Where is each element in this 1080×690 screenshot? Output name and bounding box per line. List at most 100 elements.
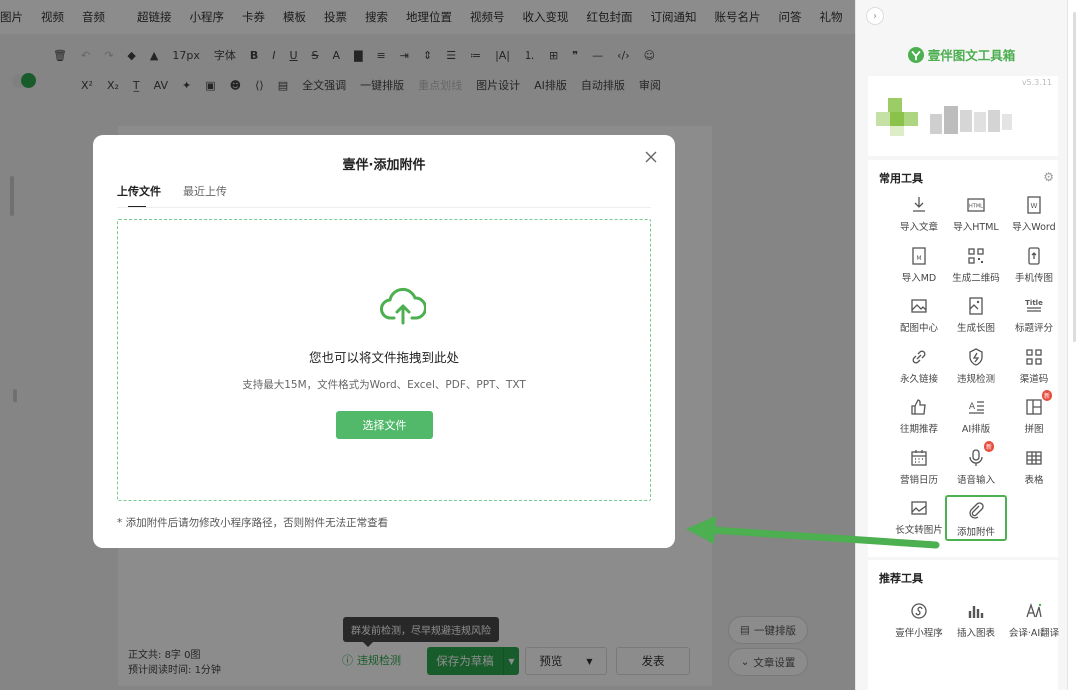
tool-label: 手机传图 [1014,272,1053,284]
new-badge: 新 [1041,390,1052,401]
tool-label: 生成二维码 [952,272,1000,284]
tool-label: 标题评分 [1014,323,1053,334]
tool-link[interactable]: 永久链接 [888,344,950,390]
image-center-icon [909,296,929,316]
tool-phone-upload[interactable]: 手机传图 [1003,243,1065,289]
calendar-icon [909,448,929,468]
tool-label: 生成长图 [956,323,995,334]
tool-translate[interactable]: 会译·AI翻译 [1003,598,1065,644]
tool-collage[interactable]: 新拼图 [1003,390,1065,440]
tool-chart[interactable]: 插入图表 [945,598,1007,644]
recommend-tools-section: 推荐工具 壹伴小程序 插入图表 会译·AI翻译 [868,560,1059,690]
tool-label: 违规检测 [956,373,995,385]
brand-title: 壹伴图文工具箱 [856,45,1067,64]
tab-upload-file[interactable]: 上传文件 [117,183,161,208]
tool-html[interactable]: HTML 导入HTML [945,192,1007,238]
long-image-icon [966,296,986,316]
dialog-title: 壹伴·添加附件 [342,158,426,173]
collage-icon: 新 [1024,390,1052,417]
svg-text:W: W [1031,202,1038,210]
translate-icon [1024,601,1044,621]
chart-icon [966,601,986,621]
tool-label: 添加附件 [956,527,995,538]
svg-text:M: M [916,255,921,262]
tool-label: 语音输入 [956,474,995,486]
markdown-icon: M [909,246,929,266]
account-card[interactable]: v5.3.11 [868,76,1058,156]
svg-text:HTML: HTML [969,204,983,210]
tool-word[interactable]: W 导入Word [1003,192,1065,238]
recommend-tools-title: 推荐工具 [879,572,923,585]
common-tools-section: 常用工具 ⚙ 导入文章 HTML 导入HTML W 导入Word M 导入MD 生成二维码 手机… [868,160,1058,557]
tool-label: 导入MD [901,272,937,284]
panel-collapse-button[interactable]: › [866,7,884,25]
channel-code-icon [1024,347,1044,367]
table-icon [1024,448,1044,468]
svg-text:A: A [969,402,976,412]
dropzone-title: 您也可以将文件拖拽到此处 [308,350,459,365]
import-article-icon [909,195,929,215]
tool-label: 配图中心 [899,323,938,334]
new-badge: 新 [983,440,994,452]
qrcode-icon [966,246,986,266]
tool-shield[interactable]: 违规检测 [945,344,1007,390]
tool-microphone[interactable]: 新语音输入 [945,440,1007,491]
tool-label: 往期推荐 [899,424,938,435]
paperclip-icon [966,500,986,520]
choose-file-button[interactable]: 选择文件 [336,411,433,439]
gear-icon[interactable]: ⚙ [1043,170,1054,184]
attachment-note: * 添加附件后请勿修改小程序路径，否则附件无法正常查看 [117,517,389,529]
tab-divider [117,207,651,208]
tool-markdown[interactable]: M 导入MD [888,243,950,289]
tool-image-center[interactable]: 配图中心 [888,293,950,339]
file-dropzone[interactable]: 您也可以将文件拖拽到此处 支持最大15M，文件格式为Word、Excel、PDF… [117,219,651,501]
tool-label: AI排版 [961,424,991,435]
tool-qrcode[interactable]: 生成二维码 [945,243,1007,289]
miniprogram-icon [909,601,929,621]
tool-label: 渠道码 [1019,373,1049,385]
tool-label: 拼图 [1024,424,1044,435]
tool-ai-layout[interactable]: A AI排版 [945,394,1007,440]
tool-label: 插入图表 [956,628,995,639]
text-to-image-icon [909,498,929,518]
tool-import-article[interactable]: 导入文章 [888,192,950,238]
word-icon: W [1024,195,1044,215]
common-tools-title: 常用工具 [879,172,923,185]
dialog-tabs: 上传文件 最近上传 [117,183,227,208]
tool-thumbs-up[interactable]: 往期推荐 [888,394,950,440]
close-icon[interactable] [643,149,659,165]
tool-paperclip[interactable]: 添加附件 [945,495,1007,541]
yiban-logo-icon [907,46,924,63]
link-icon [909,347,929,367]
window-edge [1067,0,1080,690]
tool-title-score[interactable]: Title 标题评分 [1003,293,1065,339]
tool-label: 永久链接 [899,373,938,385]
dropzone-hint: 支持最大15M，文件格式为Word、Excel、PDF、PPT、TXT [242,379,526,391]
tool-miniprogram[interactable]: 壹伴小程序 [888,598,950,644]
tool-label: 营销日历 [899,474,938,486]
shield-icon [966,347,986,367]
cloud-upload-icon [380,287,426,325]
svg-text:Title: Title [1025,299,1043,307]
toolbox-panel: › 壹伴图文工具箱 v5.3.11 常用工具 ⚙ 导入文章 HTML 导入HTML W… [855,0,1067,690]
tool-label: 会译·AI翻译 [1008,628,1060,639]
tool-long-image[interactable]: 生成长图 [945,293,1007,339]
ai-layout-icon: A [966,397,986,417]
tool-label: 导入Word [1012,222,1056,233]
tool-label: 导入文章 [899,222,938,233]
title-score-icon: Title [1024,296,1044,316]
phone-upload-icon [1024,246,1044,266]
version-label: v5.3.11 [1021,78,1052,87]
blurred-avatar [876,98,1012,136]
add-attachment-dialog: 壹伴·添加附件 上传文件 最近上传 您也可以将文件拖拽到此处 支持最大15M，文… [93,135,675,548]
tab-recent-uploads[interactable]: 最近上传 [183,183,227,207]
tool-channel-code[interactable]: 渠道码 [1003,344,1065,390]
tool-calendar[interactable]: 营销日历 [888,445,950,491]
tool-label: 表格 [1024,474,1044,486]
tool-table[interactable]: 表格 [1003,445,1065,491]
tool-text-to-image[interactable]: 长文转图片 [888,495,950,541]
panel-scrollbar[interactable] [1073,12,1076,342]
tool-label: 壹伴小程序 [895,628,943,639]
thumbs-up-icon [909,397,929,417]
html-icon: HTML [966,195,986,215]
